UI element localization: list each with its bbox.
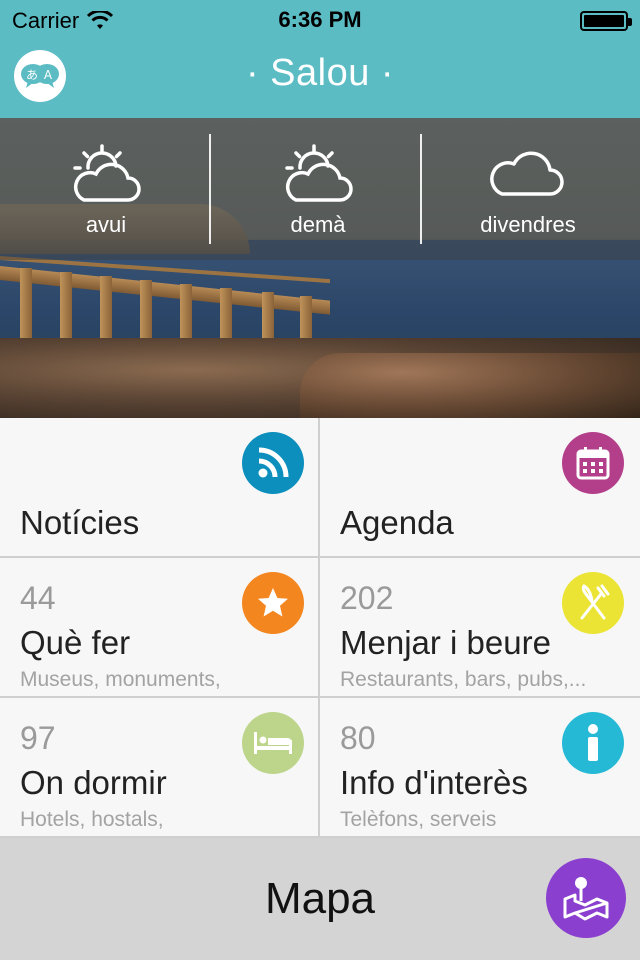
partly-sunny-icon	[73, 144, 141, 202]
tile-todo-count: 44	[20, 580, 56, 616]
hero-image: avui demà divendres	[0, 118, 640, 418]
map-button[interactable]: Mapa	[0, 838, 640, 960]
tile-food-count: 202	[340, 580, 394, 616]
tile-todo-title: Què fer	[20, 624, 131, 661]
grid-divider-1	[0, 556, 640, 558]
grid-divider-vertical	[318, 418, 320, 838]
rss-icon	[242, 432, 304, 494]
map-label: Mapa	[264, 874, 376, 923]
tile-agenda[interactable]: Agenda	[320, 418, 639, 557]
info-icon	[562, 712, 624, 774]
tile-info[interactable]: 80 Info d'interès Telèfons, serveis	[320, 698, 639, 837]
tile-food-subtitle: Restaurants, bars, pubs,...	[340, 668, 587, 691]
tile-food-title: Menjar i beure	[340, 624, 551, 661]
weather-today[interactable]: avui	[0, 118, 212, 260]
weather-label-friday: divendres	[480, 212, 576, 237]
menu-grid: Notícies Agenda 44 Què fer Museus, monum…	[0, 418, 640, 838]
tile-sleep-count: 97	[20, 720, 56, 756]
status-bar: Carrier 6:36 PM	[0, 0, 640, 40]
map-pin-icon	[546, 858, 626, 938]
page-title: · Salou ·	[245, 52, 395, 94]
tile-sleep-title: On dormir	[20, 764, 167, 801]
top-bar: Carrier 6:36 PM あ A · Salou ·	[0, 0, 640, 118]
partly-sunny-icon	[285, 144, 353, 202]
weather-tomorrow[interactable]: demà	[212, 118, 424, 260]
tile-info-count: 80	[340, 720, 376, 756]
tile-todo[interactable]: 44 Què fer Museus, monuments,	[0, 558, 319, 697]
clock: 6:36 PM	[278, 7, 362, 32]
weather-friday[interactable]: divendres	[422, 118, 634, 260]
tile-news-title: Notícies	[20, 504, 140, 541]
calendar-icon	[562, 432, 624, 494]
cutlery-icon	[562, 572, 624, 634]
tile-info-title: Info d'interès	[340, 764, 528, 801]
weather-label-tomorrow: demà	[290, 212, 346, 237]
battery-icon	[580, 11, 632, 31]
tile-info-subtitle: Telèfons, serveis	[340, 808, 497, 831]
tile-sleep-subtitle: Hotels, hostals,	[20, 808, 164, 831]
bed-icon	[242, 712, 304, 774]
tile-sleep[interactable]: 97 On dormir Hotels, hostals,	[0, 698, 319, 837]
star-icon	[242, 572, 304, 634]
tile-agenda-title: Agenda	[340, 504, 454, 541]
weather-label-today: avui	[85, 212, 127, 237]
weather-strip: avui demà divendres	[0, 118, 640, 260]
tile-food[interactable]: 202 Menjar i beure Restaurants, bars, pu…	[320, 558, 639, 697]
tile-todo-subtitle: Museus, monuments,	[20, 668, 221, 691]
cloud-icon	[490, 151, 564, 196]
grid-divider-2	[0, 696, 640, 698]
tile-news[interactable]: Notícies	[0, 418, 319, 557]
